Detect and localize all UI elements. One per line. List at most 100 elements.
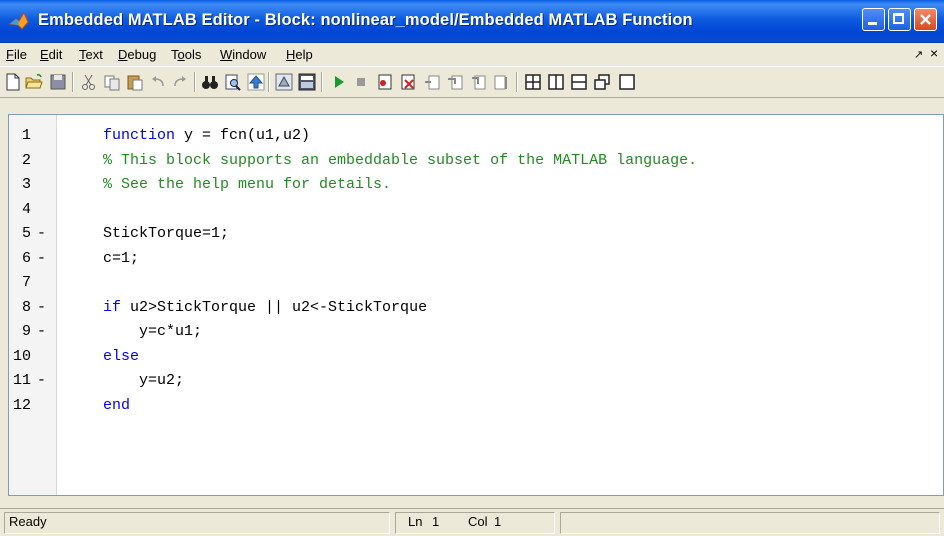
set-breakpoint-icon[interactable] [376,73,394,91]
toolbar-separator [72,72,74,92]
status-panel-empty [560,512,940,534]
window-title: Embedded MATLAB Editor - Block: nonlinea… [38,11,693,29]
status-bar: Ready Ln 1 Col 1 [0,508,944,536]
code-text: % This block supports an embeddable subs… [103,152,697,169]
save-icon[interactable] [49,73,67,91]
line-number: 10 [12,347,31,365]
code-line[interactable]: 7 [9,274,939,298]
step-in-icon[interactable] [446,73,464,91]
code-line[interactable]: 8- if u2>StickTorque || u2<-StickTorque [9,299,939,323]
code-text: y=u2; [103,372,184,389]
code-token: y=c*u1; [103,323,203,340]
line-number: 8 [21,298,31,316]
float-window-icon[interactable] [593,73,611,91]
code-line[interactable]: 9- y=c*u1; [9,323,939,347]
stop-icon[interactable] [352,73,370,91]
paste-icon[interactable] [126,73,144,91]
tile-vertical-icon[interactable] [547,73,565,91]
code-text: % See the help menu for details. [103,176,391,193]
toolbar-separator [194,72,196,92]
go-up-icon[interactable] [247,73,265,91]
breakpoint-marker[interactable]: - [37,372,46,389]
breakpoint-marker[interactable]: - [37,299,46,316]
line-number: 7 [21,274,31,291]
menu-text[interactable]: Text [79,47,103,62]
menu-bar: File Edit Text Debug Tools Window Help ↗… [0,43,944,65]
close-button[interactable] [914,8,937,31]
toolbar-separator [268,72,270,92]
undo-icon[interactable] [149,73,167,91]
copy-icon[interactable] [103,73,121,91]
status-text: Ready [9,514,47,529]
line-number: 5 [21,225,31,242]
code-line[interactable]: 10 else [9,348,939,372]
model-explorer-icon[interactable] [275,73,293,91]
toolbar [0,66,944,98]
code-text: if u2>StickTorque || u2<-StickTorque [103,299,427,316]
title-bar[interactable]: Embedded MATLAB Editor - Block: nonlinea… [0,0,944,43]
breakpoint-marker[interactable]: - [37,250,46,267]
code-line[interactable]: 3 % See the help menu for details. [9,176,939,200]
code-line[interactable]: 2 % This block supports an embeddable sub… [9,152,939,176]
code-line[interactable]: 4 [9,201,939,225]
code-text: y=c*u1; [103,323,202,340]
line-number: 6 [21,249,31,267]
keyword-token: if [103,298,122,316]
code-line[interactable]: 11- y=u2; [9,372,939,396]
menu-tools[interactable]: Tools [171,47,201,62]
code-line[interactable]: 5- StickTorque=1; [9,225,939,249]
find-icon[interactable] [201,73,219,91]
maximize-icon [893,13,904,24]
ports-data-icon[interactable] [298,73,316,91]
close-icon [920,14,931,25]
redo-icon[interactable] [171,73,189,91]
editor-window: Embedded MATLAB Editor - Block: nonlinea… [0,0,944,536]
restore-editor-icon[interactable]: ↗ [914,48,923,61]
code-token: y=u2; [103,372,185,389]
tile-grid-icon[interactable] [524,73,542,91]
code-token: StickTorque=1; [103,225,230,242]
menu-help[interactable]: Help [286,47,313,62]
line-number: 9 [21,323,31,340]
toolbar-separator [321,72,323,92]
line-number: 11 [12,372,31,389]
comment-token: % This block supports an embeddable subs… [103,151,698,169]
exit-debug-icon[interactable] [492,73,510,91]
open-folder-icon[interactable] [25,73,43,91]
clear-breakpoints-icon[interactable] [399,73,417,91]
code-line[interactable]: 12 end [9,397,939,421]
menu-file[interactable]: File [6,47,27,62]
code-text: else [103,348,139,365]
keyword-token: function [103,127,176,144]
menu-debug[interactable]: Debug [118,47,156,62]
line-label: Ln [408,514,423,529]
code-text: function y = fcn(u1,u2) [103,127,310,144]
new-file-icon[interactable] [4,73,22,91]
close-editor-icon[interactable]: × [930,45,938,61]
menu-window[interactable]: Window [220,47,266,62]
tile-horizontal-icon[interactable] [570,73,588,91]
keyword-token: else [103,347,140,365]
code-line[interactable]: 1 function y = fcn(u1,u2) [9,127,939,151]
maximize-button[interactable] [888,8,911,31]
menu-edit[interactable]: Edit [40,47,62,62]
step-out-icon[interactable] [469,73,487,91]
minimize-button[interactable] [862,8,885,31]
cut-icon[interactable] [80,73,98,91]
column-label: Col [468,514,488,529]
code-text: StickTorque=1; [103,225,229,242]
find-files-icon[interactable] [224,73,242,91]
code-line[interactable]: 6- c=1; [9,250,939,274]
status-panel-message [4,512,390,534]
code-editor[interactable]: 1 function y = fcn(u1,u2) 2 % This block su… [8,114,944,496]
breakpoint-marker[interactable]: - [37,323,46,340]
dock-window-icon[interactable] [618,73,636,91]
run-icon[interactable] [330,73,348,91]
breakpoint-marker[interactable]: - [37,225,46,242]
code-token: c=1; [103,249,140,267]
line-number: 3 [21,176,31,193]
step-icon[interactable] [423,73,441,91]
minimize-icon [868,22,877,25]
column-value: 1 [494,514,502,529]
code-text: end [103,397,130,414]
